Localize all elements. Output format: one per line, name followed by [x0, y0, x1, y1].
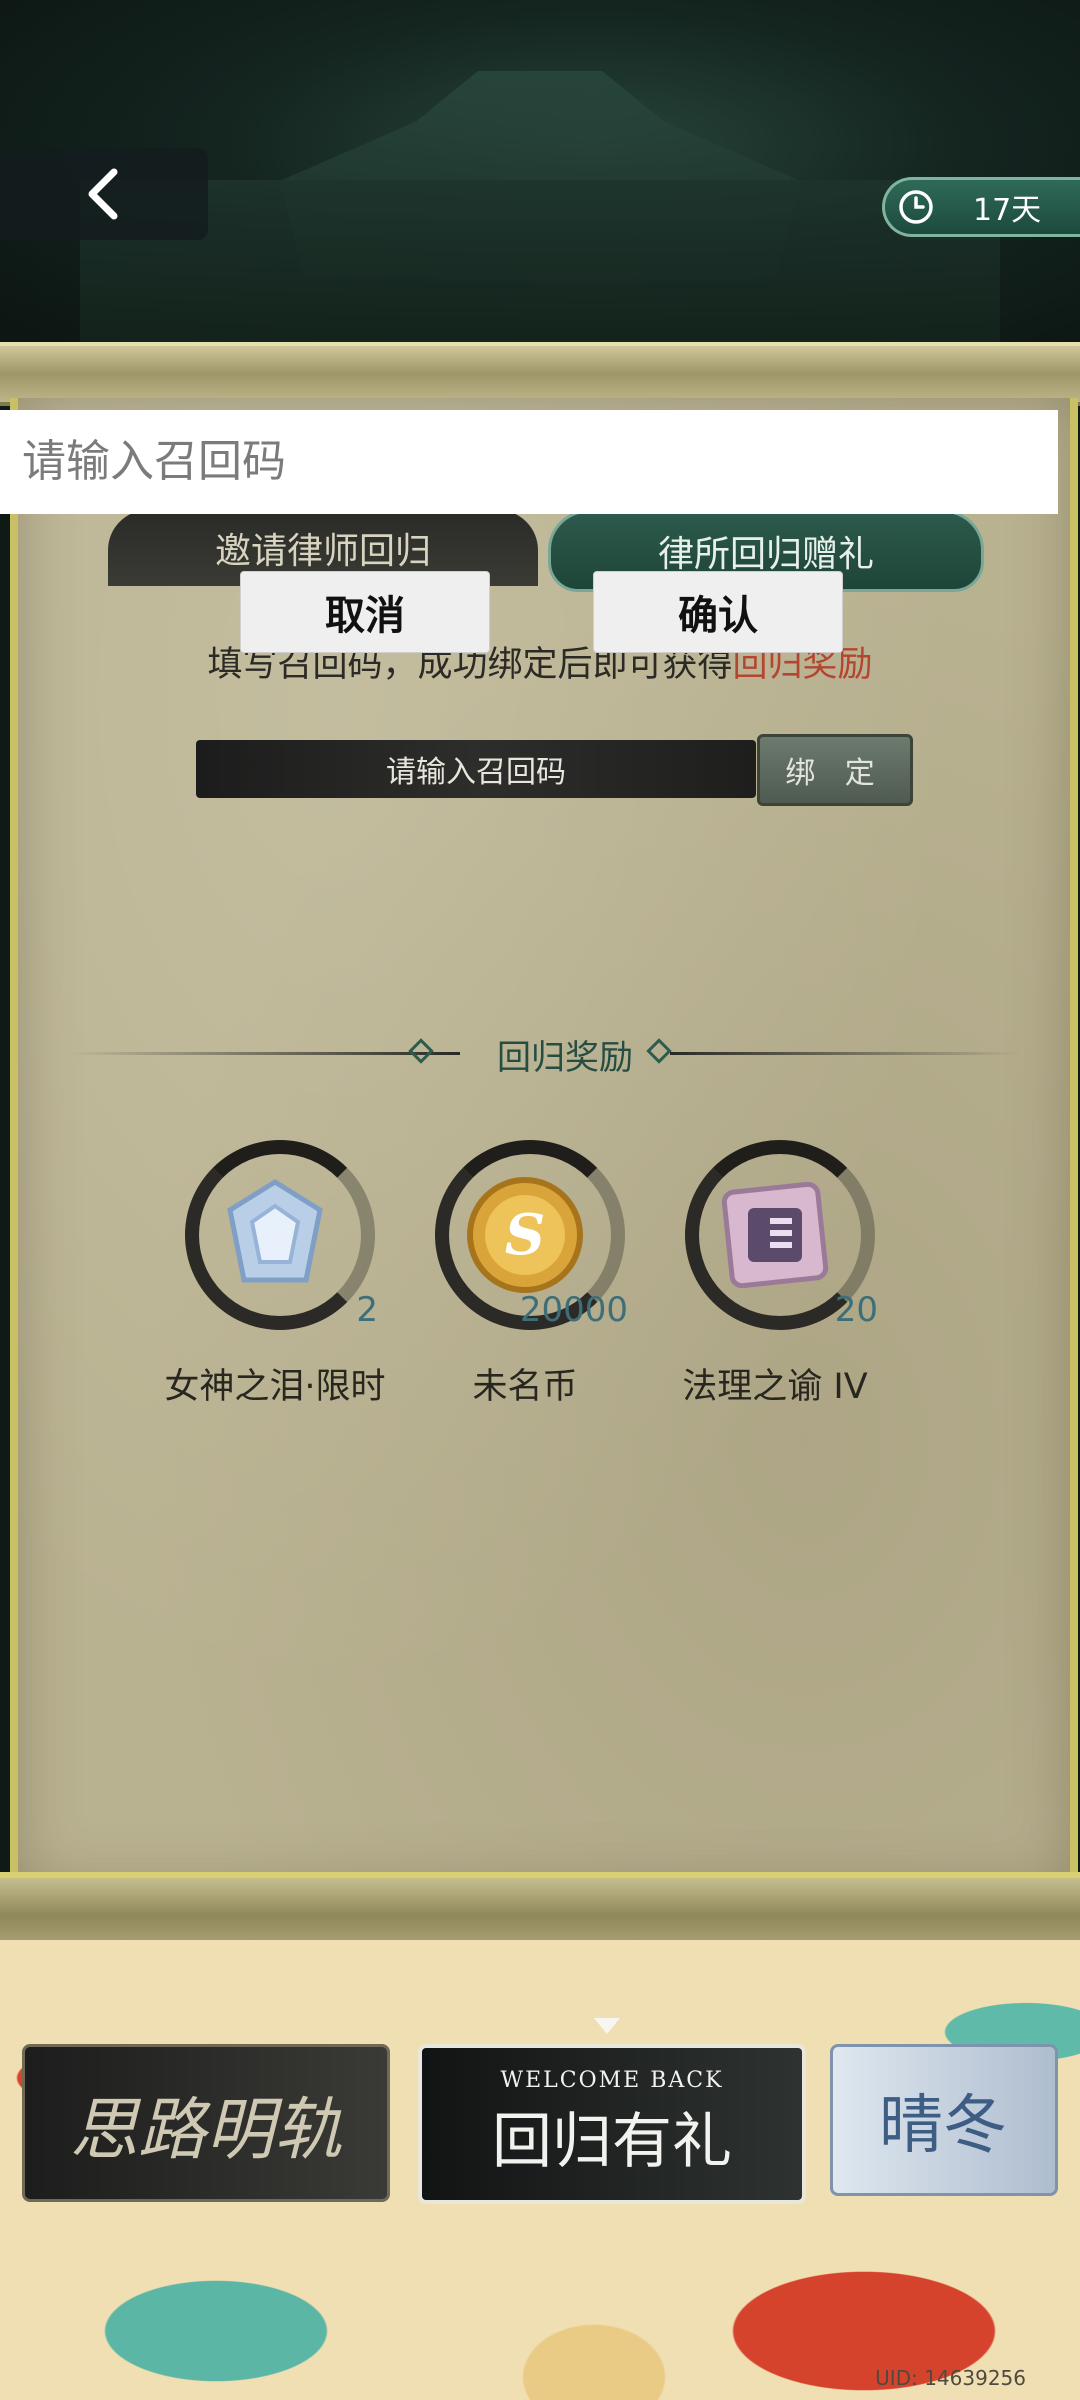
building-decor [80, 180, 1000, 360]
banner-event-3[interactable]: 晴冬 [830, 2044, 1058, 2196]
reward-quantity: 2 [356, 1290, 378, 1330]
user-id-label: UID: 14639256 [875, 2366, 1026, 2390]
recall-code-field[interactable]: 请输入召回码 [196, 740, 756, 798]
back-button[interactable] [0, 148, 208, 240]
chevron-left-icon [88, 168, 118, 220]
scroll-bottom-rod [0, 1872, 1080, 1950]
recall-code-input[interactable] [0, 410, 1058, 514]
event-timer-badge: 17天 [882, 177, 1080, 237]
reward-quantity: 20 [834, 1290, 878, 1330]
scroll-top-rod [0, 342, 1080, 406]
divider-right [670, 1052, 1020, 1055]
svg-text:S: S [505, 1202, 545, 1268]
cancel-button[interactable]: 取消 [240, 571, 490, 653]
reward-name: 女神之泪·限时 [164, 1367, 386, 1407]
book-icon [721, 1181, 829, 1289]
divider-left [70, 1052, 460, 1055]
bind-description: 填写召回码，成功绑定后即可获得回归奖励 [0, 636, 1080, 687]
bind-button[interactable]: 绑 定 [757, 734, 913, 806]
selected-indicator-icon [594, 2018, 620, 2034]
crystal-icon [227, 1179, 323, 1283]
coin-icon: S [467, 1177, 583, 1293]
diamond-icon [408, 1038, 434, 1064]
reward-section-header: 回归奖励 [60, 1030, 1020, 1078]
banner-event-2[interactable]: WELCOME BACK 回归有礼 [418, 2044, 806, 2204]
days-left-text: 17天 [973, 193, 1042, 228]
reward-item[interactable]: S 20000 未名币 [380, 1140, 640, 1420]
reward-quantity: 20000 [519, 1290, 628, 1330]
confirm-button[interactable]: 确认 [593, 571, 843, 653]
banner-subtitle: WELCOME BACK [500, 2068, 724, 2093]
banner-title: 回归有礼 [492, 2107, 732, 2177]
reward-item[interactable]: 20 法理之谕 IV [630, 1140, 890, 1420]
tab-bar: 邀请律师回归 律所回归赠礼 [108, 510, 984, 592]
reward-name: 未名币 [472, 1367, 578, 1407]
reward-section-title: 回归奖励 [497, 1038, 633, 1078]
reward-item[interactable]: 2 女神之泪·限时 [130, 1140, 390, 1420]
banner-event-1[interactable]: 思路明轨 [22, 2044, 390, 2202]
clock-icon [899, 190, 933, 224]
reward-name: 法理之谕 IV [682, 1367, 868, 1407]
